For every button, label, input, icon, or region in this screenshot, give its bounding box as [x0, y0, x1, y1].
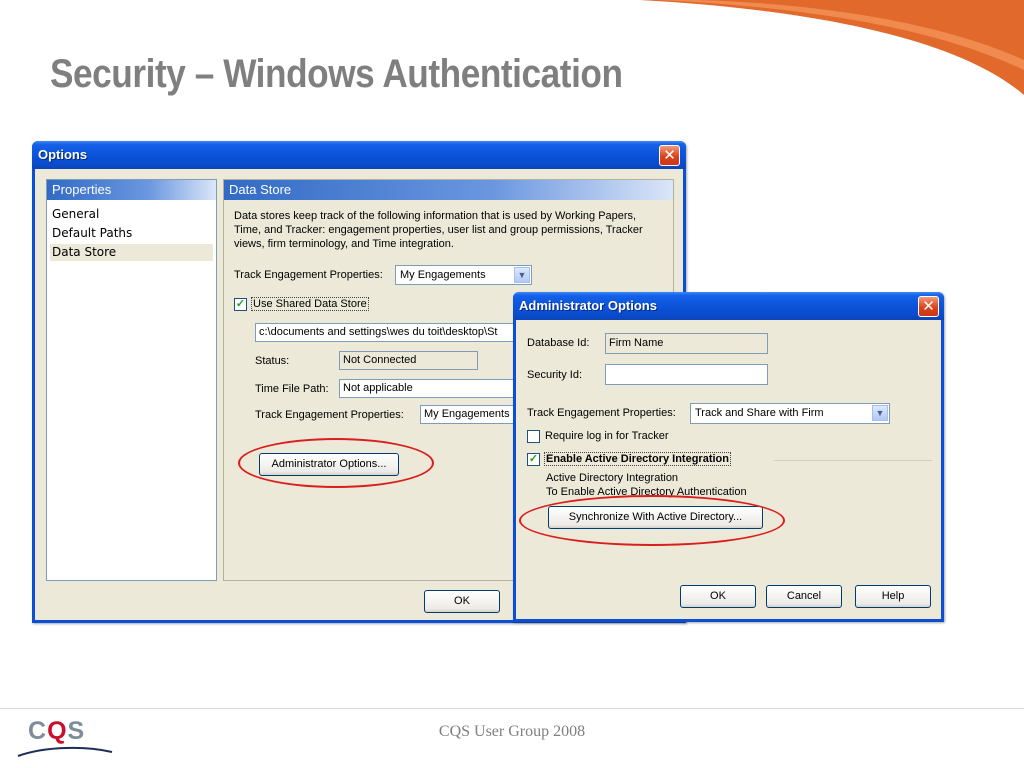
highlight-oval-sync: [519, 495, 785, 546]
logo-swoosh: [17, 746, 113, 757]
use-shared-checkbox[interactable]: ✓: [234, 298, 247, 311]
footer-text: CQS User Group 2008: [438, 723, 586, 740]
admin-titlebar[interactable]: Administrator Options ✕: [513, 292, 944, 320]
shared-path-field[interactable]: c:\documents and settings\wes du toit\de…: [255, 323, 555, 342]
chevron-down-icon[interactable]: ▼: [872, 405, 888, 421]
admin-ok-button[interactable]: OK: [680, 585, 756, 608]
enable-ad-separator: [774, 460, 932, 461]
admin-track-select[interactable]: Track and Share with Firm ▼: [690, 403, 890, 424]
admin-cancel-button[interactable]: Cancel: [766, 585, 842, 608]
options-title: Options: [38, 147, 88, 162]
options-ok-button[interactable]: OK: [424, 590, 500, 613]
require-login-checkbox[interactable]: [527, 430, 540, 443]
data-store-description: Data stores keep track of the following …: [234, 210, 643, 250]
data-store-header: Data Store: [224, 180, 673, 200]
sidebar-item-general[interactable]: General: [52, 207, 99, 221]
track-engagement-label: Track Engagement Properties:: [234, 269, 383, 281]
admin-window: Administrator Options ✕ Database Id: Fir…: [513, 292, 944, 622]
admin-track-value: Track and Share with Firm: [695, 407, 824, 419]
options-titlebar[interactable]: Options ✕: [32, 141, 686, 169]
require-login-label[interactable]: Require log in for Tracker: [545, 430, 669, 442]
time-file-field[interactable]: Not applicable: [339, 379, 539, 398]
track-engagement-value: My Engagements: [400, 269, 486, 281]
properties-header: Properties: [47, 180, 216, 200]
ad-info-line1: Active Directory Integration: [546, 472, 679, 484]
enable-ad-checkbox[interactable]: ✓: [527, 453, 540, 466]
admin-track-label: Track Engagement Properties:: [527, 407, 676, 419]
footer-divider: [0, 708, 1024, 709]
status-label: Status:: [255, 355, 290, 367]
close-icon[interactable]: ✕: [918, 296, 939, 317]
database-id-field: Firm Name: [605, 333, 768, 354]
track-engagement-select[interactable]: My Engagements ▼: [395, 265, 532, 285]
status-field: Not Connected: [339, 351, 478, 370]
enable-ad-label[interactable]: Enable Active Directory Integration: [544, 452, 731, 466]
slide-title: Security – Windows Authentication: [50, 52, 623, 96]
sidebar-item-data-store[interactable]: Data Store: [50, 244, 213, 261]
security-id-label: Security Id:: [527, 369, 583, 381]
close-icon[interactable]: ✕: [659, 145, 680, 166]
database-id-label: Database Id:: [527, 337, 590, 349]
time-file-label: Time File Path:: [255, 383, 329, 395]
security-id-field[interactable]: [605, 364, 768, 385]
track-engagement-2-label: Track Engagement Properties:: [255, 409, 404, 421]
highlight-oval-admin: [238, 438, 434, 488]
admin-client: Database Id: Firm Name Security Id: Trac…: [516, 320, 941, 619]
admin-help-button[interactable]: Help: [855, 585, 931, 608]
chevron-down-icon[interactable]: ▼: [514, 267, 530, 283]
properties-panel: Properties General Default Paths Data St…: [46, 179, 217, 581]
admin-title: Administrator Options: [519, 298, 657, 313]
sidebar-item-default-paths[interactable]: Default Paths: [52, 226, 132, 240]
use-shared-label[interactable]: Use Shared Data Store: [251, 297, 369, 311]
